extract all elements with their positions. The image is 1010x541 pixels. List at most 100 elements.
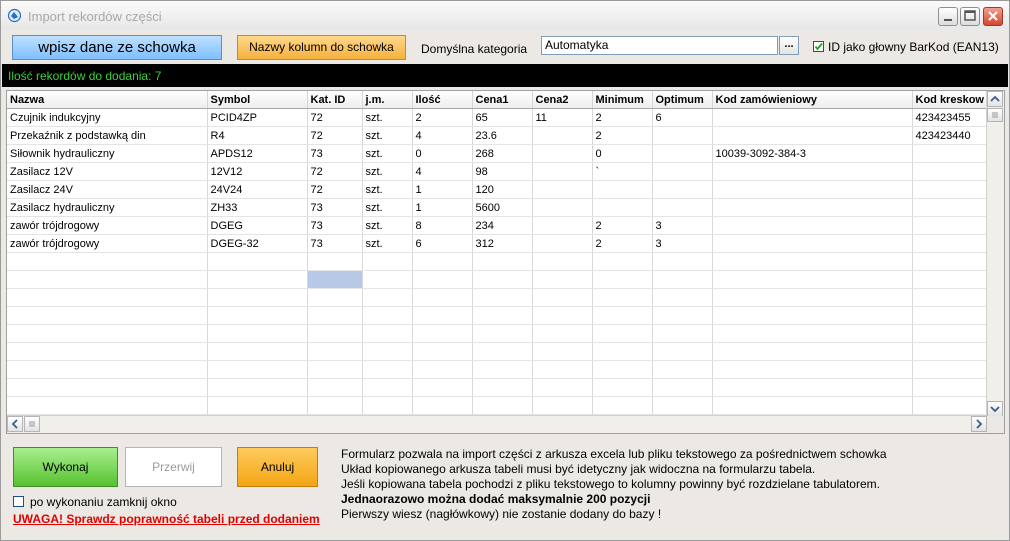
table-cell[interactable] bbox=[412, 378, 473, 397]
table-cell[interactable] bbox=[592, 288, 653, 307]
table-cell[interactable]: 0 bbox=[592, 144, 653, 163]
table-cell[interactable] bbox=[412, 396, 473, 415]
paste-from-clipboard-button[interactable]: wpisz dane ze schowka bbox=[12, 35, 222, 60]
column-header[interactable]: Kat. ID bbox=[307, 91, 363, 109]
table-cell[interactable] bbox=[652, 324, 713, 343]
table-cell[interactable]: 268 bbox=[472, 144, 533, 163]
table-cell[interactable] bbox=[712, 126, 913, 145]
column-header[interactable]: Cena2 bbox=[532, 91, 593, 109]
empty-row[interactable] bbox=[7, 252, 993, 271]
table-cell[interactable] bbox=[652, 360, 713, 379]
table-cell[interactable]: 72 bbox=[307, 126, 363, 145]
empty-row[interactable] bbox=[7, 324, 993, 343]
table-cell[interactable] bbox=[712, 270, 913, 289]
table-cell[interactable] bbox=[592, 180, 653, 199]
table-cell[interactable] bbox=[472, 378, 533, 397]
empty-row[interactable] bbox=[7, 288, 993, 307]
table-cell[interactable]: DGEG-32 bbox=[207, 234, 308, 253]
table-cell[interactable] bbox=[532, 342, 593, 361]
cancel-button[interactable]: Anuluj bbox=[237, 447, 318, 487]
table-cell[interactable]: 2 bbox=[592, 216, 653, 235]
default-category-field[interactable]: Automatyka bbox=[541, 36, 778, 55]
table-cell[interactable] bbox=[362, 252, 413, 271]
stop-button[interactable]: Przerwij bbox=[125, 447, 222, 487]
table-cell[interactable] bbox=[472, 360, 533, 379]
table-cell[interactable] bbox=[532, 126, 593, 145]
table-cell[interactable] bbox=[362, 288, 413, 307]
table-cell[interactable] bbox=[412, 252, 473, 271]
table-cell[interactable] bbox=[472, 324, 533, 343]
table-cell[interactable] bbox=[532, 378, 593, 397]
table-cell[interactable]: 65 bbox=[472, 108, 533, 127]
table-cell[interactable]: 72 bbox=[307, 162, 363, 181]
category-browse-button[interactable]: ... bbox=[779, 36, 799, 55]
table-cell[interactable] bbox=[412, 288, 473, 307]
horizontal-scrollbar[interactable] bbox=[7, 415, 987, 433]
table-cell[interactable]: 73 bbox=[307, 234, 363, 253]
table-cell[interactable] bbox=[7, 378, 208, 397]
scroll-up-button[interactable] bbox=[987, 91, 1003, 107]
table-cell[interactable] bbox=[532, 288, 593, 307]
table-cell[interactable]: 72 bbox=[307, 108, 363, 127]
minimize-button[interactable] bbox=[938, 7, 958, 26]
table-cell[interactable]: 23.6 bbox=[472, 126, 533, 145]
table-cell[interactable]: 6 bbox=[652, 108, 713, 127]
table-cell[interactable] bbox=[532, 396, 593, 415]
table-cell[interactable] bbox=[472, 252, 533, 271]
table-cell[interactable]: 11 bbox=[532, 108, 593, 127]
table-cell[interactable] bbox=[912, 288, 993, 307]
table-cell[interactable] bbox=[412, 270, 473, 289]
table-cell[interactable] bbox=[652, 144, 713, 163]
table-cell[interactable] bbox=[362, 396, 413, 415]
table-cell[interactable] bbox=[7, 270, 208, 289]
table-row[interactable]: Zasilacz 12V 12V12 72 szt. 4 98 ` bbox=[7, 162, 993, 181]
table-cell[interactable] bbox=[652, 198, 713, 217]
table-cell[interactable] bbox=[592, 378, 653, 397]
column-header[interactable]: Symbol bbox=[207, 91, 308, 109]
table-cell[interactable] bbox=[652, 180, 713, 199]
table-cell[interactable]: szt. bbox=[362, 144, 413, 163]
table-cell[interactable]: 234 bbox=[472, 216, 533, 235]
table-cell[interactable]: szt. bbox=[362, 126, 413, 145]
table-cell[interactable] bbox=[532, 252, 593, 271]
table-row[interactable]: Zasilacz hydrauliczny ZH33 73 szt. 1 5600 bbox=[7, 198, 993, 217]
table-cell[interactable] bbox=[912, 360, 993, 379]
table-cell[interactable]: Zasilacz 24V bbox=[7, 180, 208, 199]
table-cell[interactable] bbox=[912, 252, 993, 271]
table-cell[interactable]: 423423455 bbox=[912, 108, 993, 127]
table-row[interactable]: Siłownik hydrauliczny APDS12 73 szt. 0 268 0 10… bbox=[7, 144, 993, 163]
table-cell[interactable] bbox=[362, 306, 413, 325]
table-cell[interactable] bbox=[412, 342, 473, 361]
table-cell[interactable]: 10039-3092-384-3 bbox=[712, 144, 913, 163]
table-cell[interactable] bbox=[912, 342, 993, 361]
table-cell[interactable]: 423423440 bbox=[912, 126, 993, 145]
table-row[interactable]: Przekaźnik z podstawką din R4 72 szt. 4 23.6 2… bbox=[7, 126, 993, 145]
scroll-down-button[interactable] bbox=[987, 401, 1003, 417]
table-cell[interactable] bbox=[712, 378, 913, 397]
table-cell[interactable] bbox=[912, 378, 993, 397]
scroll-thumb[interactable] bbox=[987, 108, 1003, 122]
table-cell[interactable] bbox=[7, 252, 208, 271]
column-header[interactable]: Optimum bbox=[652, 91, 713, 109]
table-cell[interactable] bbox=[592, 396, 653, 415]
table-cell[interactable]: R4 bbox=[207, 126, 308, 145]
table-cell[interactable]: Przekaźnik z podstawką din bbox=[7, 126, 208, 145]
table-cell[interactable]: APDS12 bbox=[207, 144, 308, 163]
table-cell[interactable]: szt. bbox=[362, 162, 413, 181]
table-row[interactable]: zawór trójdrogowy DGEG-32 73 szt. 6 312 2 3 bbox=[7, 234, 993, 253]
table-cell[interactable]: ZH33 bbox=[207, 198, 308, 217]
table-cell[interactable] bbox=[307, 324, 363, 343]
close-after-checkbox[interactable] bbox=[13, 496, 24, 507]
column-header[interactable]: Nazwa bbox=[7, 91, 208, 109]
table-cell[interactable] bbox=[207, 396, 308, 415]
table-cell[interactable] bbox=[207, 342, 308, 361]
table-cell[interactable] bbox=[307, 270, 363, 289]
table-cell[interactable] bbox=[362, 324, 413, 343]
table-cell[interactable] bbox=[712, 234, 913, 253]
table-cell[interactable] bbox=[307, 378, 363, 397]
table-cell[interactable]: 5600 bbox=[472, 198, 533, 217]
table-cell[interactable]: ` bbox=[592, 162, 653, 181]
table-cell[interactable] bbox=[912, 306, 993, 325]
empty-row[interactable] bbox=[7, 342, 993, 361]
table-cell[interactable] bbox=[912, 198, 993, 217]
